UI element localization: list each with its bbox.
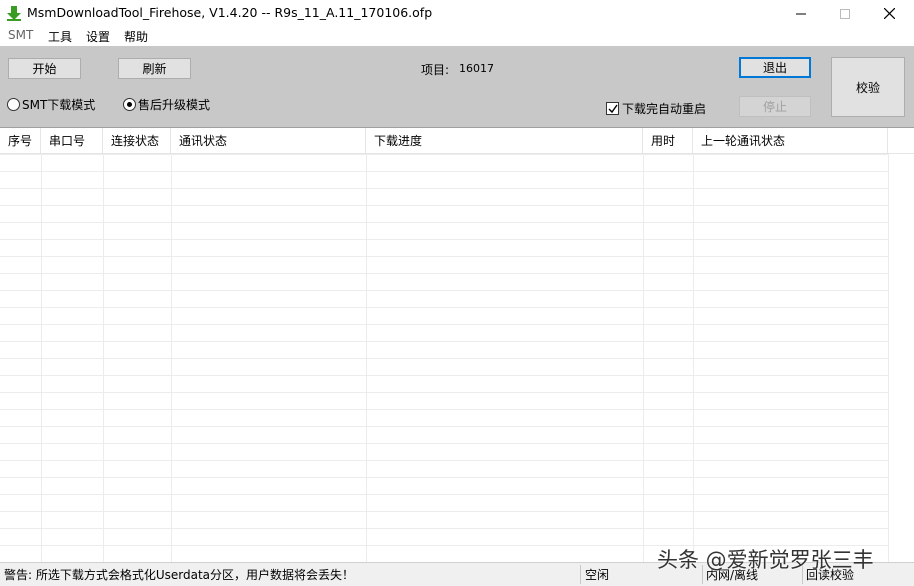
column-header-progress[interactable]: 下载进度 (366, 128, 643, 154)
table-body[interactable] (0, 154, 888, 562)
column-divider (888, 154, 889, 562)
radio-after-sales-label: 售后升级模式 (138, 98, 211, 112)
menu-tools[interactable]: 工具 (48, 28, 72, 45)
menu-help[interactable]: 帮助 (124, 28, 148, 45)
minimize-icon (796, 13, 806, 14)
verify-button[interactable]: 校验 (831, 57, 905, 117)
download-arrow-icon (7, 6, 21, 21)
column-divider (171, 154, 172, 562)
checkmark-icon (608, 104, 618, 113)
menu-smt[interactable]: SMT (8, 28, 33, 42)
close-icon (883, 8, 895, 19)
radio-smt-label: SMT下载模式 (22, 98, 96, 112)
column-divider (41, 154, 42, 562)
refresh-button[interactable]: 刷新 (118, 58, 191, 79)
column-header-communication[interactable]: 通讯状态 (171, 128, 366, 154)
column-header-time[interactable]: 用时 (643, 128, 693, 154)
checkbox-box[interactable] (606, 102, 619, 115)
control-panel: 开始 刷新 项目: 16017 退出 停止 校验 SMT下载模式 售后升级模式 … (0, 46, 914, 128)
minimize-button[interactable] (778, 0, 824, 27)
radio-smt-mode[interactable]: SMT下载模式 (7, 96, 95, 113)
column-header-index[interactable]: 序号 (0, 128, 41, 154)
auto-restart-label: 下载完自动重启 (622, 102, 707, 116)
column-divider (366, 154, 367, 562)
status-idle: 空闲 (585, 568, 610, 582)
close-button[interactable] (866, 0, 912, 27)
auto-restart-checkbox[interactable]: 下载完自动重启 (606, 100, 706, 117)
radio-smt-circle[interactable] (7, 98, 20, 111)
radio-after-sales-mode[interactable]: 售后升级模式 (123, 96, 210, 113)
watermark: 头条 @爱新觉罗张三丰 (657, 548, 874, 572)
status-warning: 警告: 所选下载方式会格式化Userdata分区，用户数据将会丢失！ (4, 568, 355, 582)
start-button[interactable]: 开始 (8, 58, 81, 79)
title-bar: MsmDownloadTool_Firehose, V1.4.20 -- R9s… (0, 0, 914, 27)
menu-bar: SMT 工具 设置 帮助 (0, 27, 914, 46)
column-header-port[interactable]: 串口号 (41, 128, 103, 154)
project-label: 项目: (421, 63, 450, 77)
radio-after-sales-circle[interactable] (123, 98, 136, 111)
stop-button[interactable]: 停止 (739, 96, 811, 117)
table-header: 序号 串口号 连接状态 通讯状态 下载进度 用时 上一轮通讯状态 (0, 128, 914, 154)
menu-settings[interactable]: 设置 (86, 28, 110, 45)
column-divider (103, 154, 104, 562)
status-separator (580, 565, 581, 584)
exit-button[interactable]: 退出 (739, 57, 811, 78)
project-value: 16017 (459, 62, 494, 75)
device-table: 序号 串口号 连接状态 通讯状态 下载进度 用时 上一轮通讯状态 (0, 128, 914, 562)
column-divider (693, 154, 694, 562)
column-header-last-status[interactable]: 上一轮通讯状态 (693, 128, 888, 154)
column-header-connection[interactable]: 连接状态 (103, 128, 171, 154)
column-divider (643, 154, 644, 562)
maximize-button[interactable] (822, 0, 868, 27)
maximize-icon (840, 8, 850, 19)
window-title: MsmDownloadTool_Firehose, V1.4.20 -- R9s… (27, 5, 433, 20)
